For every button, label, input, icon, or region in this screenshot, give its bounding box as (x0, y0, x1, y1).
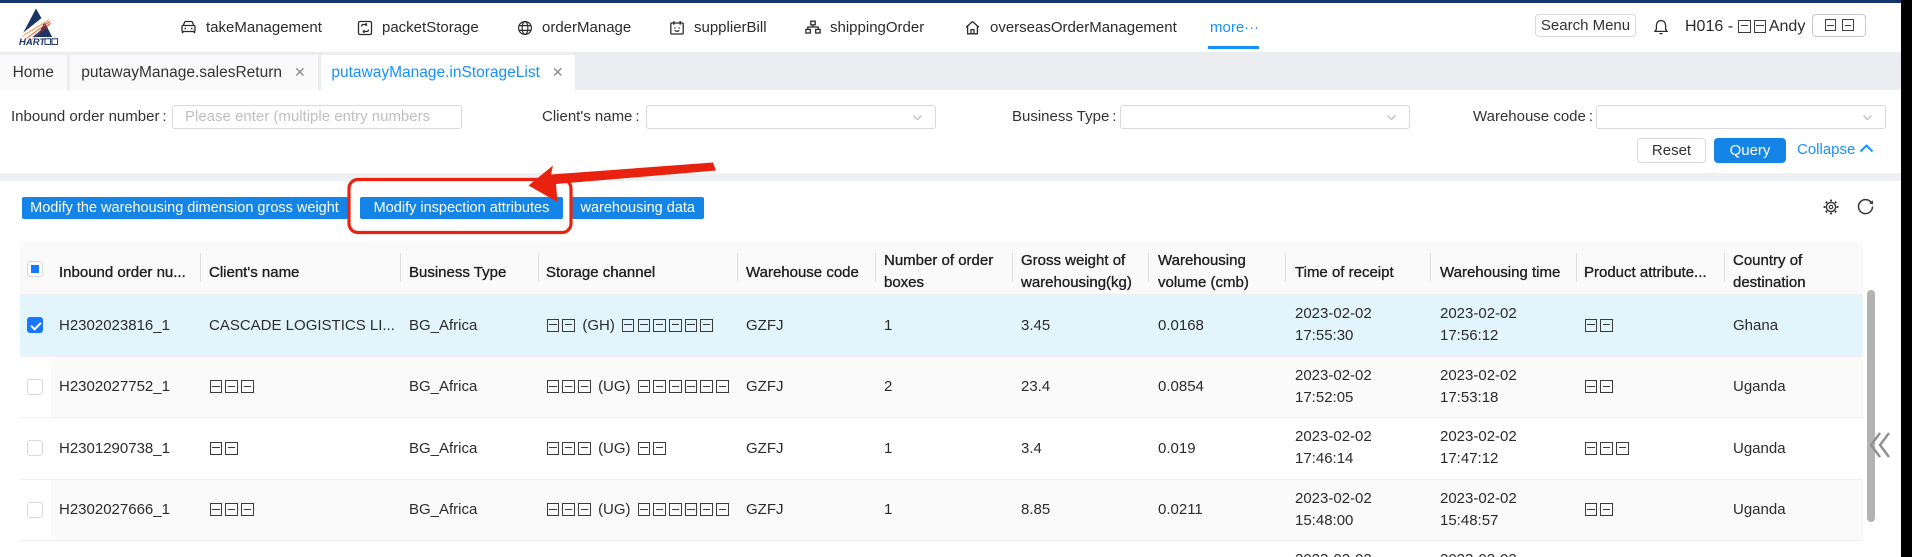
svg-text:HART: HART (19, 37, 46, 48)
